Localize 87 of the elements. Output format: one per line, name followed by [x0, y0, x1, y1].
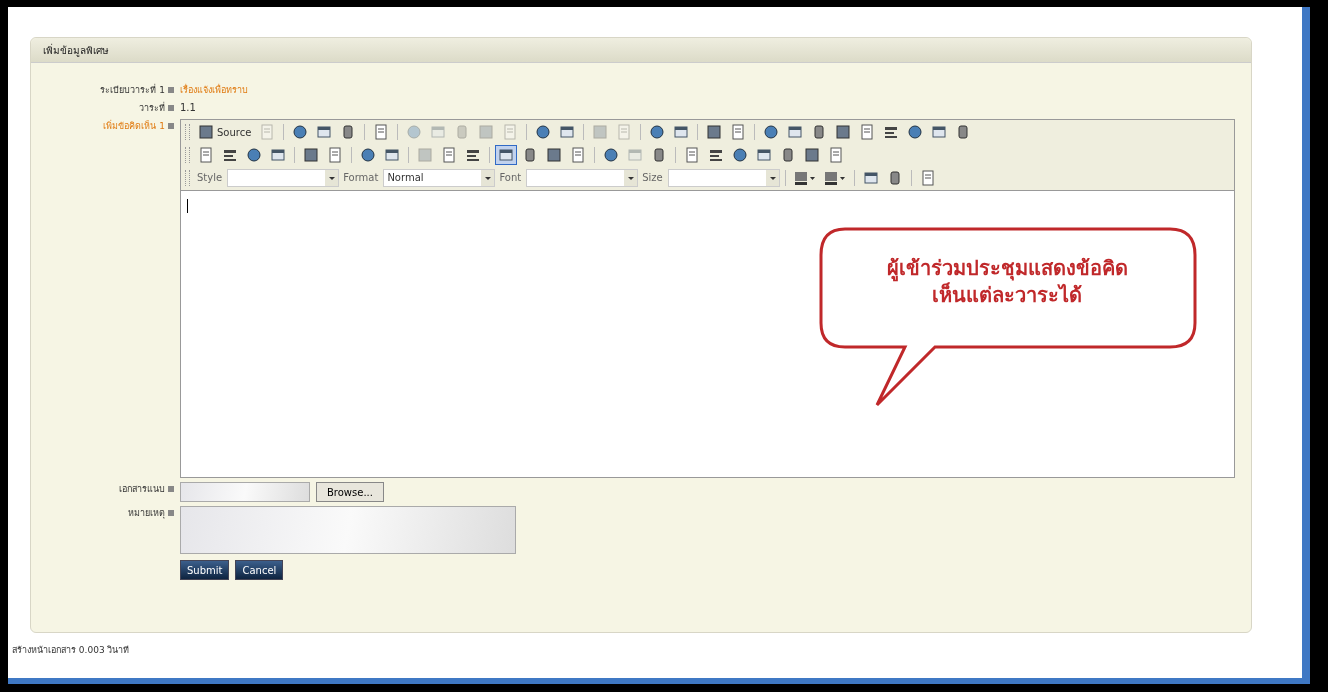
form-button[interactable]: Submit	[180, 560, 230, 580]
toolbar-icon	[835, 124, 852, 141]
toolbar-icon	[373, 124, 390, 141]
caret-icon	[765, 169, 779, 186]
toolbar-icon	[603, 147, 619, 163]
toolbar-icon	[828, 147, 844, 163]
toolbar-icon	[859, 124, 876, 141]
toolbar-icon	[430, 124, 447, 141]
combo-label: Format	[343, 172, 379, 184]
file-input-field[interactable]	[180, 482, 310, 502]
toolbar-icon	[673, 124, 690, 141]
toolbar-icon	[522, 147, 538, 163]
toolbar-icon	[316, 124, 333, 141]
toolbar-icon	[931, 124, 948, 141]
combo-label: Style	[197, 172, 223, 184]
toolbar-icon	[907, 124, 924, 141]
toolbar-icon	[706, 124, 723, 141]
bullet-icon	[168, 486, 174, 492]
footer-text: สร้างหน้าเอกสาร 0.003 วินาที	[12, 644, 131, 657]
toolbar-icon	[919, 169, 936, 186]
toolbar-icon	[732, 147, 748, 163]
toolbar-icon	[787, 124, 804, 141]
toolbar-icon	[559, 124, 576, 141]
combo-label: Size	[642, 172, 663, 184]
field-value: 1.1	[180, 101, 196, 115]
toolbar-icon	[327, 147, 343, 163]
panel-title: เพิ่มข้อมูลพิเศษ	[43, 42, 109, 58]
toolbar-icon	[616, 124, 633, 141]
toolbar-icon	[417, 147, 433, 163]
field-label: ระเบียบวาระที่ 1	[100, 83, 165, 97]
toolbar-icon	[570, 147, 586, 163]
toolbar-icon	[246, 147, 262, 163]
toolbar-icon	[627, 147, 643, 163]
toolbar-icon	[384, 147, 400, 163]
toolbar-icon	[649, 124, 666, 141]
toolbar-icon	[259, 124, 276, 141]
toolbar-icon	[360, 147, 376, 163]
browse-button[interactable]: Browse...	[316, 482, 384, 502]
toolbar-icon	[546, 147, 562, 163]
color-picker-icon	[793, 169, 816, 186]
form-button[interactable]: Cancel	[235, 560, 284, 580]
caret-icon	[481, 169, 495, 186]
combo-label: Font	[499, 172, 522, 184]
toolbar-icon	[222, 147, 238, 163]
toolbar-icon	[303, 147, 319, 163]
toolbar-icon	[708, 147, 724, 163]
toolbar-icon	[756, 147, 772, 163]
toolbar-grip	[185, 147, 190, 163]
field-label: หมายเหตุ	[128, 507, 165, 520]
field-label: เอกสารแนบ	[119, 483, 165, 496]
toolbar-grip	[185, 169, 190, 186]
toolbar-icon	[270, 147, 286, 163]
editor-text-area[interactable]: ผู้เข้าร่วมประชุมแสดงข้อคิด เห็นแต่ละวาระได้	[181, 190, 1234, 477]
toolbar-combo[interactable]: Normal	[383, 168, 496, 187]
text-cursor	[187, 199, 188, 213]
toolbar-icon	[883, 124, 900, 141]
toolbar-icon	[592, 124, 609, 141]
toolbar-icon	[198, 147, 214, 163]
field-label: วาระที่	[139, 101, 165, 115]
toolbar-icon	[502, 124, 519, 141]
toolbar-icon	[763, 124, 780, 141]
color-picker-icon	[823, 169, 846, 186]
toolbar-icon	[498, 147, 514, 163]
toolbar-icon	[406, 124, 423, 141]
toolbar-icon	[441, 147, 457, 163]
toolbar-button[interactable]	[495, 145, 517, 165]
callout-text: ผู้เข้าร่วมประชุมแสดงข้อคิด เห็นแต่ละวาระได้	[885, 255, 1129, 309]
bullet-icon	[168, 510, 174, 516]
toolbar-icon	[198, 124, 214, 141]
bullet-icon	[168, 123, 174, 129]
toolbar-icon	[465, 147, 481, 163]
toolbar-grip	[185, 124, 190, 141]
caret-icon	[624, 169, 638, 186]
toolbar-icon	[804, 147, 820, 163]
field-label: เพิ่มข้อคิดเห็น 1	[103, 119, 165, 133]
caret-icon	[325, 169, 339, 186]
toolbar-icon	[862, 169, 879, 186]
toolbar-icon	[684, 147, 700, 163]
toolbar-icon	[730, 124, 747, 141]
toolbar-button[interactable]: Source	[195, 122, 255, 143]
toolbar-icon	[535, 124, 552, 141]
toolbar-icon	[292, 124, 309, 141]
toolbar-icon	[780, 147, 796, 163]
toolbar-icon	[478, 124, 495, 141]
toolbar-icon	[651, 147, 667, 163]
bullet-icon	[168, 105, 174, 111]
bullet-icon	[168, 87, 174, 93]
